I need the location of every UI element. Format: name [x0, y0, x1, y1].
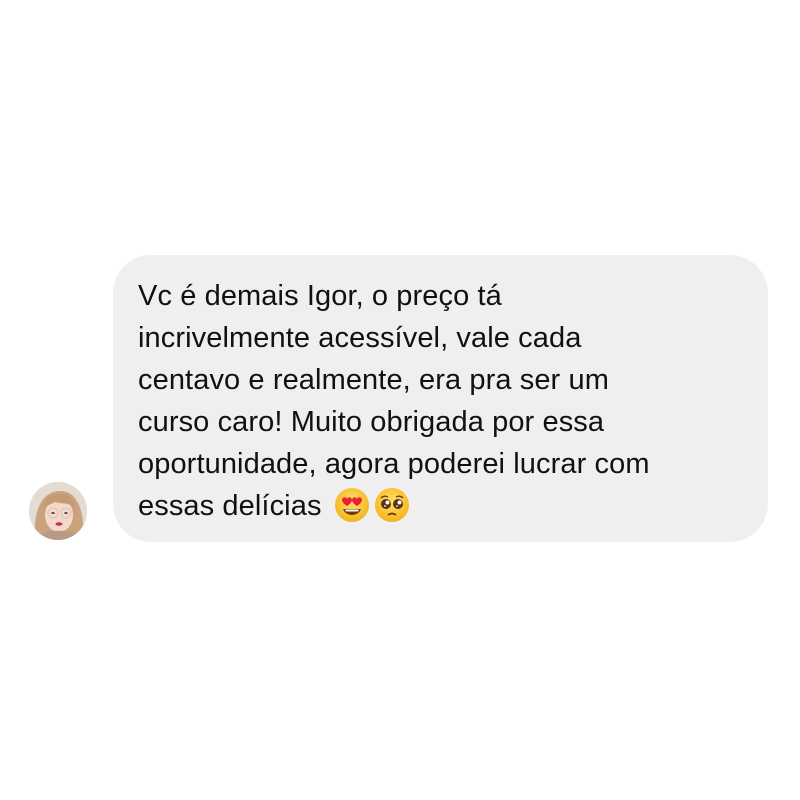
sender-avatar[interactable]	[29, 482, 87, 540]
pleading-face-emoji-icon	[374, 487, 410, 523]
message-last-line: essas delícias	[138, 485, 748, 527]
avatar-photo-icon	[29, 482, 87, 540]
message-text: Vc é demais Igor, o preço tá incrivelmen…	[138, 275, 748, 527]
heart-eyes-emoji-icon	[334, 487, 370, 523]
message-line: essas delícias	[138, 490, 322, 522]
message-line: oportunidade, agora poderei lucrar com	[138, 448, 650, 480]
chat-canvas: Vc é demais Igor, o preço tá incrivelmen…	[0, 0, 800, 800]
message-line: curso caro! Muito obrigada por essa	[138, 406, 605, 438]
message-line: incrivelmente acessível, vale cada	[138, 322, 582, 354]
message-bubble[interactable]: Vc é demais Igor, o preço tá incrivelmen…	[113, 255, 768, 542]
message-line: Vc é demais Igor, o preço tá	[138, 280, 502, 312]
message-line: centavo e realmente, era pra ser um	[138, 364, 609, 396]
